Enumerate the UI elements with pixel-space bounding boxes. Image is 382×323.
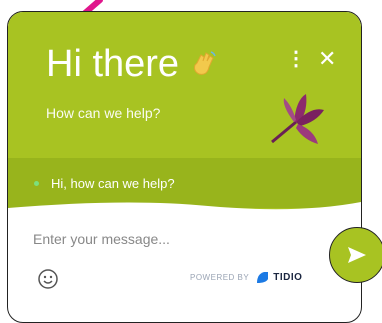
chat-header: Hi there How can we help? ⋮ ✕ Hi, how ca… [8,12,361,222]
powered-by-tidio[interactable]: POWERED BY TIDIO [190,271,302,284]
waving-hand-icon [194,51,216,75]
powered-by-label: POWERED BY [190,273,250,282]
emoji-icon[interactable] [37,268,59,290]
close-icon[interactable]: ✕ [318,46,336,72]
options-icon[interactable]: ⋮ [286,46,306,71]
message-input[interactable]: Enter your message... [33,231,170,247]
online-indicator [34,180,39,186]
header-wave-edge [8,202,361,222]
greeting-text: Hi there [46,43,180,85]
chat-widget: Hi there How can we help? ⋮ ✕ Hi, how ca… [7,11,362,323]
greeting-title: Hi there [46,42,219,86]
tidio-logo-icon [257,272,269,283]
preview-message: Hi, how can we help? [51,175,175,191]
tidio-brand: TIDIO [273,272,303,283]
flower-illustration [271,94,324,144]
send-button[interactable] [329,227,382,283]
greeting-subtitle: How can we help? [46,105,161,121]
send-icon [348,247,366,263]
